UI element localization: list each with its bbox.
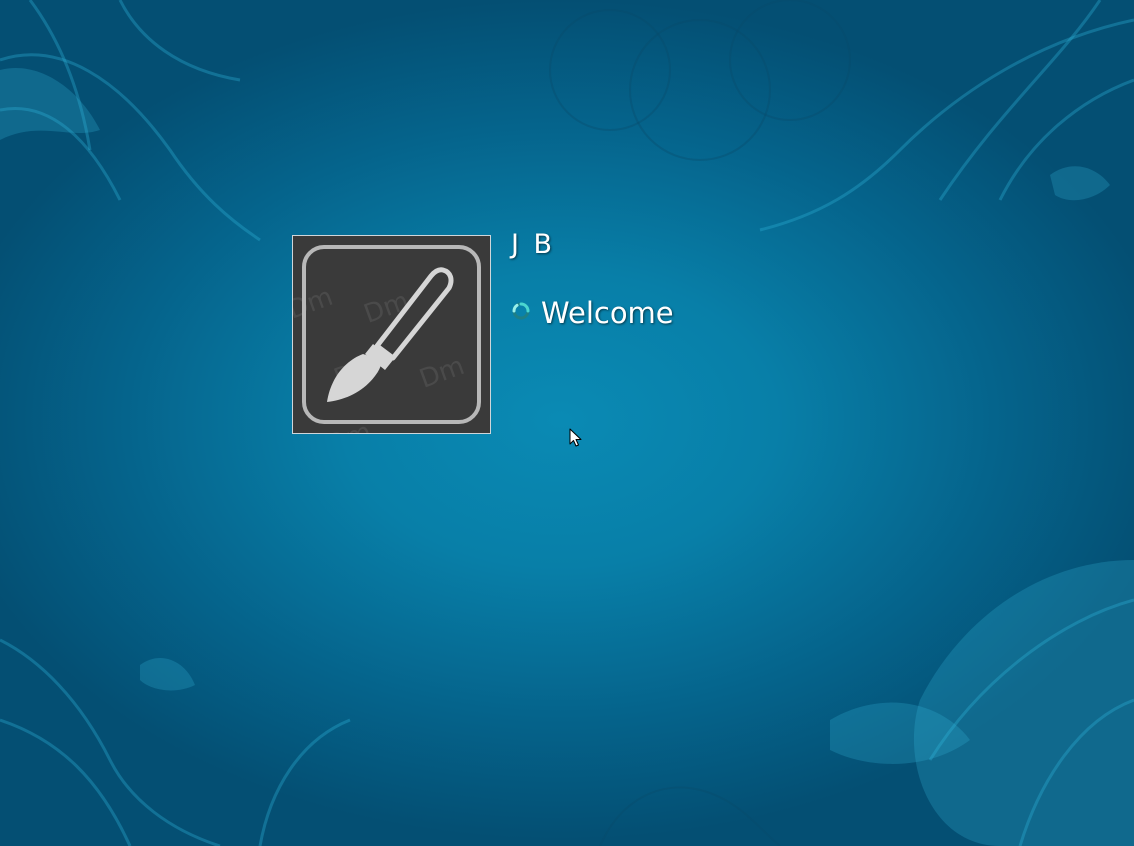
mouse-pointer-icon xyxy=(569,428,582,447)
status-message: Welcome xyxy=(541,296,674,330)
user-name: J B xyxy=(511,229,556,260)
account-picture[interactable]: Dm Dm Dm Dm Dm xyxy=(292,235,491,434)
status-row: Welcome xyxy=(511,296,674,330)
desktop-wallpaper xyxy=(0,0,1134,846)
busy-spinner-icon xyxy=(512,302,530,320)
paintbrush-icon: Dm Dm Dm Dm Dm xyxy=(293,236,490,433)
